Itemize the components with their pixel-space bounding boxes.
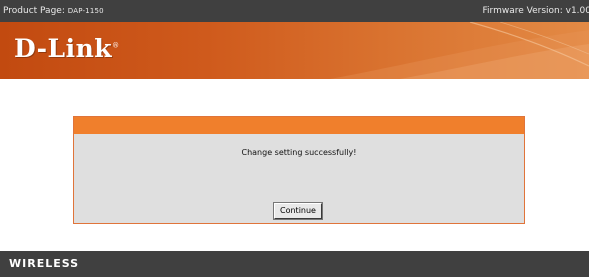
header-banner: D-Link® (0, 22, 589, 79)
dlink-logo: D-Link® (14, 34, 120, 63)
product-page-label: Product Page: (3, 6, 65, 16)
footer-bar: WIRELESS (0, 251, 589, 277)
logo-text: D-Link (14, 34, 113, 63)
top-bar: Product Page: DAP-1150 Firmware Version:… (0, 0, 589, 22)
wireless-brand-text: WIRELESS (9, 257, 80, 270)
product-page-info: Product Page: DAP-1150 (3, 0, 104, 22)
status-dialog: Change setting successfully! Continue (73, 116, 525, 224)
firmware-version: Firmware Version: v1.00 (482, 6, 589, 16)
product-model: DAP-1150 (67, 7, 104, 15)
status-message: Change setting successfully! (241, 148, 357, 157)
page: Product Page: DAP-1150 Firmware Version:… (0, 0, 589, 277)
dialog-header (74, 117, 524, 134)
registered-mark: ® (112, 41, 120, 50)
continue-button[interactable]: Continue (273, 202, 323, 220)
